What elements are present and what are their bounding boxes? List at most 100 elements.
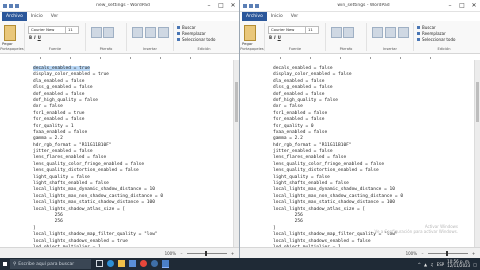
paint-drawing-icon[interactable]: [145, 27, 156, 38]
watermark-subtitle: Ve a Configuración para activar Windows.: [374, 229, 458, 234]
ruler-tick: [370, 57, 371, 59]
align-left-icon[interactable]: [91, 27, 102, 38]
steam-icon[interactable]: [151, 260, 158, 267]
paragraph-group: Párrafo: [86, 23, 127, 51]
maximize-icon[interactable]: □: [215, 0, 227, 11]
edge-icon[interactable]: [107, 260, 114, 267]
select-all-button[interactable]: Seleccionar todo: [177, 37, 215, 42]
save-icon[interactable]: [9, 3, 13, 8]
bold-button[interactable]: B: [29, 35, 32, 40]
zoom-out-button[interactable]: –: [420, 251, 425, 256]
notifications-icon[interactable]: □: [473, 262, 477, 267]
pinned-apps: [91, 260, 169, 268]
paste-icon[interactable]: [244, 25, 256, 41]
undo-icon[interactable]: [15, 3, 19, 8]
close-icon[interactable]: ✕: [227, 0, 239, 11]
tab-view[interactable]: Ver: [287, 12, 302, 21]
align-center-icon[interactable]: [343, 27, 354, 38]
ruler-tick: [310, 57, 311, 59]
find-label: Buscar: [182, 25, 196, 30]
taskbar-search[interactable]: ⚲ Escribe aquí para buscar: [10, 259, 91, 269]
font-size-select[interactable]: 11: [65, 26, 79, 34]
document-line-text: display_color_enabled = false: [273, 72, 352, 78]
tab-view[interactable]: Ver: [47, 12, 62, 21]
save-icon[interactable]: [249, 3, 253, 8]
document-area[interactable]: decals_enabled = true display_color_enabl…: [0, 60, 239, 248]
minimize-icon[interactable]: –: [444, 0, 456, 11]
document-line-text: dof_high_quality = false: [273, 97, 339, 103]
clock[interactable]: 10:56 p. m. 12/11/2023: [447, 259, 470, 269]
align-center-icon[interactable]: [103, 27, 114, 38]
replace-label: Reemplazar: [182, 31, 206, 36]
tab-home[interactable]: Inicio: [27, 12, 47, 21]
vertical-scrollbar[interactable]: [233, 60, 239, 248]
task-view-icon[interactable]: [96, 260, 103, 267]
wordpad-taskbar-icon[interactable]: [162, 260, 169, 268]
zoom-slider-knob[interactable]: [446, 250, 448, 256]
chrome-icon[interactable]: [140, 260, 147, 267]
tab-home[interactable]: Inicio: [267, 12, 287, 21]
zoom-slider-knob[interactable]: [205, 250, 207, 256]
maximize-icon[interactable]: □: [456, 0, 468, 11]
tab-file[interactable]: Archivo: [2, 12, 27, 21]
date-time-icon[interactable]: [398, 27, 409, 38]
replace-button[interactable]: Reemplazar: [177, 31, 206, 36]
document-line-text: fsr_enabled = false: [33, 117, 85, 123]
font-name-select[interactable]: Courier New: [268, 26, 306, 34]
zoom-out-button[interactable]: –: [179, 251, 184, 256]
network-icon[interactable]: ▲: [424, 262, 427, 267]
document-line-text: local_lights_max_non_shadow_casting_dist…: [273, 193, 404, 199]
undo-icon[interactable]: [255, 3, 259, 8]
underline-button[interactable]: U: [278, 35, 281, 40]
select-all-button[interactable]: Seleccionar todo: [417, 37, 455, 42]
search-placeholder: Escribe aquí para buscar: [18, 261, 75, 267]
date-time-icon[interactable]: [158, 27, 169, 38]
document-line-text: lens_quality_color_fringe_enabled = fals…: [273, 161, 385, 167]
language-indicator[interactable]: ESP: [437, 262, 444, 267]
document-text[interactable]: decals_enabled = false display_color_enab…: [273, 66, 403, 248]
minimize-icon[interactable]: –: [203, 0, 215, 11]
replace-button[interactable]: Reemplazar: [417, 31, 446, 36]
bold-button[interactable]: B: [269, 35, 272, 40]
zoom-in-button[interactable]: +: [230, 251, 235, 256]
close-icon[interactable]: ✕: [468, 0, 480, 11]
document-line-text: gamma = 2.2: [33, 136, 63, 142]
italic-button[interactable]: I: [34, 35, 36, 40]
scrollbar-thumb[interactable]: [235, 82, 238, 122]
volume-icon[interactable]: ♫: [430, 262, 434, 267]
file-explorer-icon[interactable]: [118, 260, 125, 267]
paste-icon[interactable]: [4, 25, 16, 41]
start-button[interactable]: [0, 258, 10, 270]
document-line-text: local_lights_max_dynamic_shadow_distance…: [33, 187, 155, 193]
ruler-tick: [400, 57, 401, 59]
clipboard-group: Pegar Portapapeles: [240, 23, 265, 51]
find-button[interactable]: Buscar: [177, 25, 196, 30]
document-text[interactable]: decals_enabled = true display_color_enabl…: [33, 66, 163, 248]
editing-group: Buscar Reemplazar Seleccionar todo Edici…: [174, 23, 234, 51]
paint-drawing-icon[interactable]: [385, 27, 396, 38]
document-area[interactable]: decals_enabled = false display_color_enab…: [240, 60, 480, 248]
font-size-select[interactable]: 11: [305, 26, 319, 34]
font-name-select[interactable]: Courier New: [28, 26, 66, 34]
document-line-text: fsr_quality = 0: [273, 123, 314, 129]
underline-button[interactable]: U: [38, 35, 41, 40]
document-line-text: dxr = false: [33, 104, 63, 110]
store-icon[interactable]: [129, 260, 136, 267]
tab-file[interactable]: Archivo: [242, 12, 267, 21]
zoom-in-button[interactable]: +: [471, 251, 476, 256]
title-bar[interactable]: win_settings - WordPad – □ ✕: [240, 0, 480, 12]
scrollbar-thumb[interactable]: [476, 82, 479, 122]
align-left-icon[interactable]: [331, 27, 342, 38]
paste-button[interactable]: Pegar: [242, 41, 253, 46]
find-button[interactable]: Buscar: [417, 25, 436, 30]
format-buttons: B I U: [29, 35, 41, 40]
chevron-up-icon[interactable]: ^: [418, 262, 421, 267]
vertical-scrollbar[interactable]: [474, 60, 480, 248]
italic-button[interactable]: I: [274, 35, 276, 40]
picture-icon[interactable]: [372, 27, 383, 38]
paste-button[interactable]: Pegar: [2, 41, 13, 46]
picture-icon[interactable]: [132, 27, 143, 38]
title-bar[interactable]: new_settings - WordPad – □ ✕: [0, 0, 239, 12]
zoom-slider[interactable]: [187, 250, 227, 256]
zoom-slider[interactable]: [428, 250, 468, 256]
